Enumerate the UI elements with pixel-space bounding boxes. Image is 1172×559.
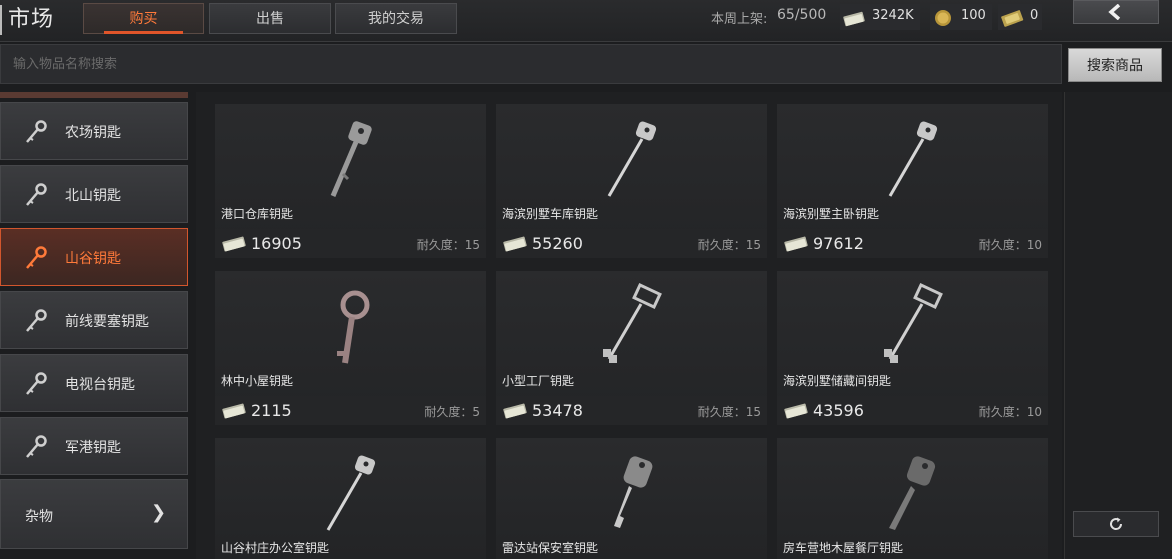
key-icon [26, 246, 47, 269]
currency-value: 3242K [872, 8, 914, 23]
cash-stack-icon [222, 236, 246, 252]
search-placeholder: 输入物品名称搜索 [13, 57, 118, 72]
gold-coin-icon [935, 10, 951, 26]
key-icon [26, 435, 47, 458]
item-durability: 耐久度：5 [424, 405, 480, 419]
weekly-listing-count: 65/500 [777, 7, 827, 23]
key-icon [26, 120, 47, 143]
price-row: 97612 耐久度：10 [777, 229, 1048, 258]
item-price: 53478 [532, 401, 583, 420]
sidebar-item-valley-keys[interactable]: 山谷钥匙 [0, 228, 188, 286]
item-name: 海滨别墅车库钥匙 [502, 207, 599, 221]
top-bar: 市场 购买 出售 我的交易 本周上架: 65/500 3242K 100 0 [0, 0, 1172, 42]
item-name: 雷达站保安室钥匙 [502, 541, 599, 555]
chevron-left-icon [1108, 4, 1121, 20]
item-durability: 耐久度：10 [978, 238, 1042, 252]
weekly-listing-label: 本周上架: [711, 12, 768, 27]
item-card[interactable]: 海滨别墅主卧钥匙 97612 耐久度：10 [777, 104, 1048, 258]
right-panel [1064, 92, 1172, 559]
price-row: 43596 耐久度：10 [777, 396, 1048, 425]
price-row: 16905 耐久度：15 [215, 229, 486, 258]
sidebar-item-label: 农场钥匙 [65, 125, 121, 141]
refresh-button[interactable] [1073, 511, 1159, 537]
refresh-icon [1110, 517, 1123, 530]
item-price: 97612 [813, 234, 864, 253]
tab-label: 购买 [129, 11, 158, 27]
price-row: 53478 耐久度：15 [496, 396, 767, 425]
page-title: 市场 [0, 5, 54, 35]
item-durability: 耐久度：15 [416, 238, 480, 252]
sidebar-item-label: 军港钥匙 [65, 440, 121, 456]
sidebar-item-north-mountain-keys[interactable]: 北山钥匙 [0, 165, 188, 223]
key-icon [26, 372, 47, 395]
currency-voucher: 0 [998, 4, 1042, 30]
item-grid: 港口仓库钥匙 16905 耐久度：15 海滨别墅车库钥匙 55260 耐久度：1… [196, 92, 1062, 559]
sidebar-item-misc[interactable]: 杂物 ❯ [0, 479, 188, 549]
cash-stack-icon [503, 403, 527, 419]
cash-stack-icon [784, 403, 808, 419]
sidebar-item-farm-keys[interactable]: 农场钥匙 [0, 102, 188, 160]
search-button[interactable]: 搜索商品 [1068, 48, 1162, 82]
key-icon [26, 309, 47, 332]
tab-label: 出售 [256, 11, 284, 27]
sidebar-item-tv-station-keys[interactable]: 电视台钥匙 [0, 354, 188, 412]
item-card[interactable]: 海滨别墅车库钥匙 55260 耐久度：15 [496, 104, 767, 258]
item-price: 16905 [251, 234, 302, 253]
item-name: 小型工厂钥匙 [502, 374, 575, 388]
item-card[interactable]: 海滨别墅储藏间钥匙 43596 耐久度：10 [777, 271, 1048, 425]
item-card[interactable]: 雷达站保安室钥匙 [496, 438, 767, 559]
tab-my-trades[interactable]: 我的交易 [335, 3, 457, 34]
item-price: 55260 [532, 234, 583, 253]
item-price: 43596 [813, 401, 864, 420]
sidebar-item-frontline-fortress-keys[interactable]: 前线要塞钥匙 [0, 291, 188, 349]
currency-value: 0 [1030, 8, 1039, 23]
item-name: 海滨别墅储藏间钥匙 [783, 374, 892, 388]
sidebar-item-label: 杂物 [25, 509, 53, 525]
item-durability: 耐久度：10 [978, 405, 1042, 419]
price-row: 2115 耐久度：5 [215, 396, 486, 425]
tab-sell[interactable]: 出售 [209, 3, 331, 34]
cash-stack-icon [503, 236, 527, 252]
chevron-right-icon: ❯ [151, 502, 167, 523]
voucher-icon [1001, 10, 1024, 27]
sidebar-item-naval-port-keys[interactable]: 军港钥匙 [0, 417, 188, 475]
sidebar-divider [0, 92, 188, 98]
item-durability: 耐久度：15 [697, 238, 761, 252]
sidebar-item-label: 北山钥匙 [65, 188, 121, 204]
tab-buy[interactable]: 购买 [83, 3, 204, 34]
item-name: 林中小屋钥匙 [221, 374, 294, 388]
item-name: 房车营地木屋餐厅钥匙 [783, 541, 904, 555]
search-input[interactable]: 输入物品名称搜索 [0, 44, 1062, 84]
item-name: 港口仓库钥匙 [221, 207, 294, 221]
currency-coin: 100 [930, 4, 992, 30]
cash-stack-icon [784, 236, 808, 252]
item-card[interactable]: 港口仓库钥匙 16905 耐久度：15 [215, 104, 486, 258]
item-name: 山谷村庄办公室钥匙 [221, 541, 330, 555]
cash-stack-icon [843, 11, 865, 27]
back-button[interactable] [1073, 0, 1159, 24]
item-name: 海滨别墅主卧钥匙 [783, 207, 880, 221]
category-sidebar: 农场钥匙 北山钥匙 山谷钥匙 前线要塞钥匙 电视台钥匙 军港钥匙 杂物 ❯ [0, 92, 188, 559]
currency-value: 100 [961, 8, 986, 23]
item-price: 2115 [251, 401, 292, 420]
item-card[interactable]: 房车营地木屋餐厅钥匙 [777, 438, 1048, 559]
currency-cash: 3242K [840, 4, 920, 30]
tab-label: 我的交易 [368, 11, 424, 27]
sidebar-item-label: 前线要塞钥匙 [65, 314, 149, 330]
item-durability: 耐久度：15 [697, 405, 761, 419]
cash-stack-icon [222, 403, 246, 419]
key-icon [26, 183, 47, 206]
item-card[interactable]: 山谷村庄办公室钥匙 [215, 438, 486, 559]
sidebar-item-label: 山谷钥匙 [65, 251, 121, 267]
price-row: 55260 耐久度：15 [496, 229, 767, 258]
sidebar-item-label: 电视台钥匙 [65, 377, 135, 393]
item-card[interactable]: 林中小屋钥匙 2115 耐久度：5 [215, 271, 486, 425]
item-card[interactable]: 小型工厂钥匙 53478 耐久度：15 [496, 271, 767, 425]
